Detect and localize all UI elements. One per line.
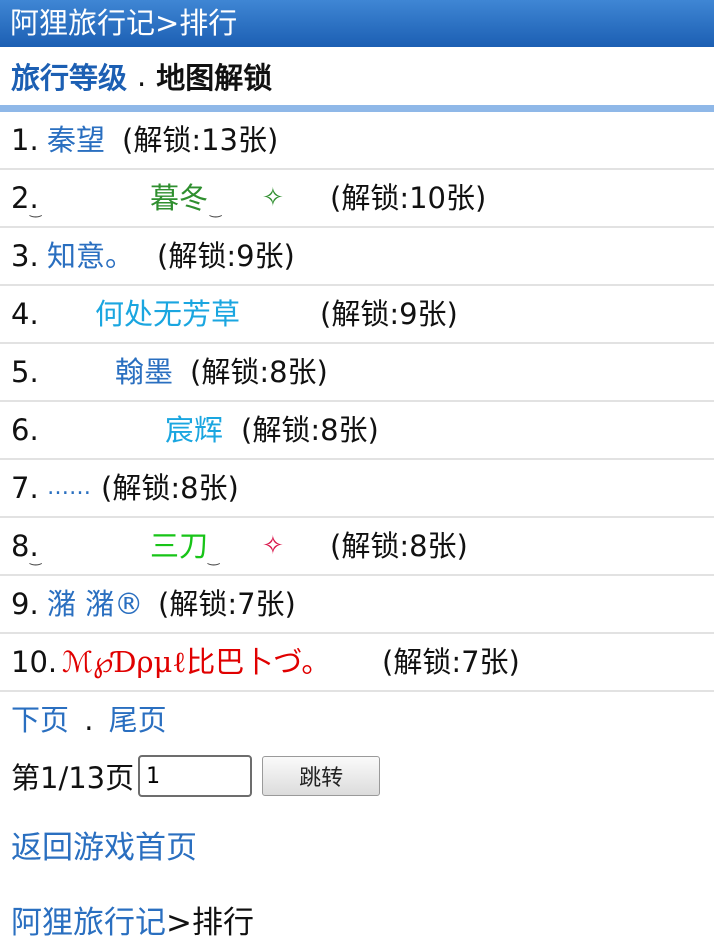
tab-map-unlock: 地图解锁 (156, 61, 273, 95)
last-page-link[interactable]: 尾页 (109, 703, 167, 737)
rank-number: 3. (11, 239, 39, 273)
ranking-row: 10. ℳ℘Ɗρμℓ比巴卜づ。 (解锁:7张) (0, 634, 714, 692)
breadcrumb: 阿狸旅行记>排行 (11, 897, 254, 942)
ranking-row: 3. 知意。 (解锁:9张) (0, 228, 714, 286)
breadcrumb-home-link[interactable]: 阿狸旅行记 (11, 905, 166, 941)
ranking-row: 2. ‿ 暮冬 ‿ ✧ (解锁:10张) (0, 170, 714, 228)
unlock-count: (解锁:7张) (158, 587, 296, 621)
sparkle-icon: ✧ (262, 183, 284, 213)
tab-separator: . (137, 59, 147, 93)
tab-travel-level[interactable]: 旅行等级 (11, 55, 127, 97)
player-name-link[interactable]: 潴 潴® (47, 576, 143, 632)
unlock-count: (解锁:9张) (157, 239, 295, 273)
player-name-link[interactable]: 秦望 (47, 112, 105, 168)
ranking-row: 1. 秦望 (解锁:13张) (0, 112, 714, 170)
player-name-link[interactable]: ℳ℘Ɗρμℓ比巴卜づ。 (62, 634, 330, 690)
player-name-link[interactable]: 何处无芳草 (95, 286, 240, 342)
unlock-count: (解锁:7张) (382, 645, 520, 679)
rank-number: 4. (11, 297, 39, 331)
unlock-count: (解锁:8张) (241, 413, 379, 447)
rank-number: 9. (11, 587, 39, 621)
rank-number: 1. (11, 123, 39, 157)
tab-divider (0, 105, 714, 112)
next-page-link[interactable]: 下页 (11, 703, 69, 737)
ranking-list: 1. 秦望 (解锁:13张) 2. ‿ 暮冬 ‿ ✧ (解锁:10张) 3. 知… (0, 112, 714, 692)
rank-number: 6. (11, 413, 39, 447)
ranking-row: 7. …… (解锁:8张) (0, 460, 714, 518)
rank-number: 10. (11, 645, 58, 679)
title-bar: 阿狸旅行记>排行 (0, 0, 714, 47)
ranking-tabs: 旅行等级 . 地图解锁 (0, 47, 714, 105)
rank-number: 5. (11, 355, 39, 389)
player-name-link[interactable]: 三刀 (150, 518, 208, 574)
ranking-row: 4. 何处无芳草 (解锁:9张) (0, 286, 714, 344)
unlock-count: (解锁:13张) (122, 123, 279, 157)
player-name-link[interactable]: 知意。 (47, 228, 134, 284)
jump-button[interactable]: 跳转 (262, 756, 381, 796)
back-home-row: 返回游戏首页 (11, 822, 197, 867)
page-number-input[interactable] (138, 755, 253, 797)
back-home-link[interactable]: 返回游戏首页 (11, 830, 197, 866)
unlock-count: (解锁:8张) (330, 529, 468, 563)
player-name-link[interactable]: 暮冬 (150, 170, 208, 226)
pager-links: 下页 . 尾页 (0, 692, 714, 748)
player-name-link[interactable]: 翰墨 (115, 344, 173, 400)
ranking-row: 8. ‿ 三刀 ‿ ✧ (解锁:8张) (0, 518, 714, 576)
pager-separator: . (84, 703, 94, 737)
ranking-row: 6. 宸辉 (解锁:8张) (0, 402, 714, 460)
page-indicator: 第1/13页 (11, 761, 135, 795)
sparkle-icon: ✧ (262, 531, 284, 561)
unlock-count: (解锁:8张) (101, 471, 239, 505)
page-jump-row: 第1/13页 跳转 (0, 748, 714, 804)
page-title: 阿狸旅行记>排行 (10, 6, 238, 40)
player-name-link[interactable]: …… (47, 460, 91, 516)
unlock-count: (解锁:8张) (190, 355, 328, 389)
ranking-row: 9. 潴 潴® (解锁:7张) (0, 576, 714, 634)
player-name-link[interactable]: 宸辉 (165, 402, 223, 458)
unlock-count: (解锁:9张) (320, 297, 458, 331)
unlock-count: (解锁:10张) (330, 181, 487, 215)
breadcrumb-current: >排行 (166, 905, 254, 941)
ranking-row: 5. 翰墨 (解锁:8张) (0, 344, 714, 402)
rank-number: 7. (11, 471, 39, 505)
